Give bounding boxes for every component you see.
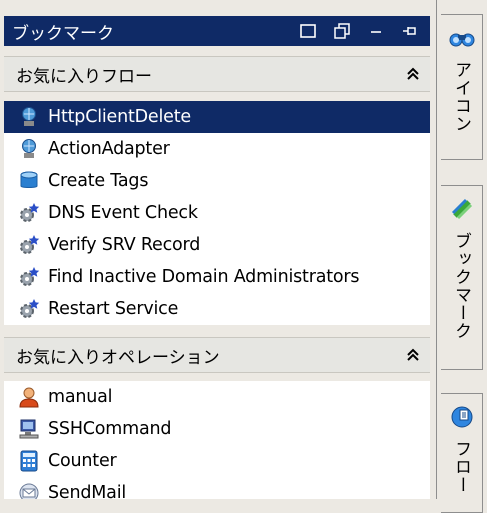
collapse-chevron-icon[interactable] [396,348,430,362]
favorites-flow-header[interactable]: お気に入りフロー [4,56,430,92]
side-tab-strip: アイコン ブックマーク フロー [437,0,487,513]
list-item-label: Counter [48,451,117,471]
tab-flow[interactable]: フロー [441,393,483,513]
list-item-label: Restart Service [48,299,179,319]
list-item-label: ActionAdapter [48,139,170,159]
float-window-icon [334,23,350,39]
binoculars-icon [449,25,475,51]
collapse-chevron-icon[interactable] [396,67,430,81]
favorites-operation-title: お気に入りオペレーション [16,347,220,368]
tab-flow-label: フロー [451,440,471,494]
list-item-label: DNS Event Check [48,203,198,223]
mail-icon [18,482,40,499]
tab-icons[interactable]: アイコン [441,14,483,160]
database-icon [18,170,40,192]
bookmark-icon [449,196,475,222]
list-item[interactable]: ActionAdapter [4,133,430,165]
globe-person-icon [18,106,40,128]
favorites-flow-title: お気に入りフロー [16,66,152,87]
list-item[interactable]: Restart Service [4,293,430,325]
favorites-operation-list: manual SSHCommand Counter SendMail [4,381,430,499]
tab-bookmark-label: ブックマーク [451,232,471,340]
minimize-icon [371,31,381,33]
list-item[interactable]: SSHCommand [4,413,430,445]
gear-star-icon [18,234,40,256]
list-item[interactable]: Find Inactive Domain Administrators [4,261,430,293]
gear-star-icon [18,266,40,288]
list-item-label: Create Tags [48,171,149,191]
list-item[interactable]: manual [4,381,430,413]
list-item[interactable]: HttpClientDelete [4,101,430,133]
panel-title-bar[interactable]: ブックマーク [4,16,430,46]
list-item-label: SSHCommand [48,419,172,439]
list-item[interactable]: Counter [4,445,430,477]
list-item[interactable]: DNS Event Check [4,197,430,229]
panel-title: ブックマーク [12,23,114,44]
pin-button[interactable] [396,18,424,44]
tab-icons-label: アイコン [451,61,471,133]
flow-icon [449,404,475,430]
tab-bookmark[interactable]: ブックマーク [441,185,483,370]
list-item-label: Find Inactive Domain Administrators [48,267,360,287]
list-item-label: Verify SRV Record [48,235,201,255]
list-item[interactable]: Verify SRV Record [4,229,430,261]
user-icon [18,386,40,408]
favorites-operation-header[interactable]: お気に入りオペレーション [4,337,430,373]
bookmark-panel: ブックマーク お気に入りフロー HttpClientDelete ActionA… [0,0,437,499]
restore-button[interactable] [294,18,322,44]
computer-icon [18,418,40,440]
list-item-label: SendMail [48,483,127,499]
favorites-flow-list: HttpClientDelete ActionAdapter Create Ta… [4,101,430,325]
list-item-label: manual [48,387,113,407]
restore-icon [300,24,316,38]
gear-star-icon [18,298,40,320]
list-item[interactable]: SendMail [4,477,430,499]
globe-person-icon [18,138,40,160]
list-item[interactable]: Create Tags [4,165,430,197]
gear-star-icon [18,202,40,224]
float-button[interactable] [328,18,356,44]
pin-icon [403,27,416,35]
list-item-label: HttpClientDelete [48,107,191,127]
minimize-button[interactable] [362,18,390,44]
section-divider [4,325,430,329]
calculator-icon [18,450,40,472]
